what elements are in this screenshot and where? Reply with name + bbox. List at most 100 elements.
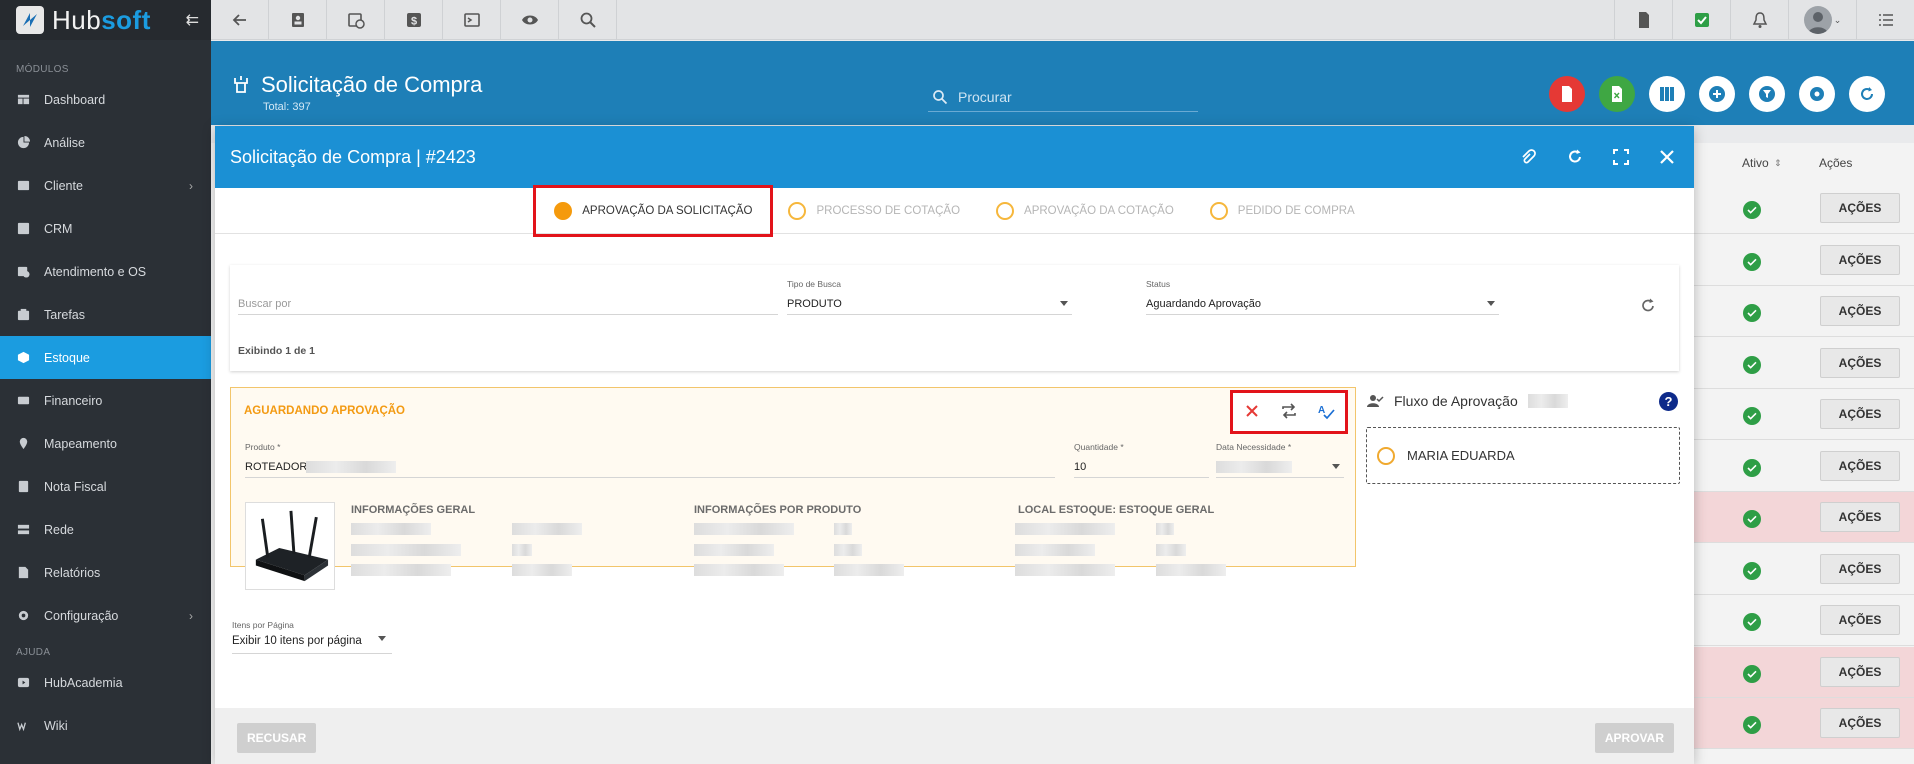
page-title: Solicitação de Compra xyxy=(261,72,483,97)
modal-footer: RECUSAR APROVAR xyxy=(215,708,1694,764)
search-button[interactable] xyxy=(559,0,617,40)
row-actions-button[interactable]: AÇÕES xyxy=(1820,399,1900,429)
gear-icon xyxy=(16,609,30,623)
product-info-title: INFORMAÇÕES POR PRODUTO xyxy=(694,504,862,516)
active-check-icon xyxy=(1743,561,1761,580)
terminal-button[interactable] xyxy=(443,0,501,40)
sidebar-item-rede[interactable]: Rede xyxy=(0,508,211,551)
row-actions-button[interactable]: AÇÕES xyxy=(1820,296,1900,326)
row-actions-button[interactable]: AÇÕES xyxy=(1820,244,1900,275)
page-total: Total: 397 xyxy=(263,101,311,113)
eye-icon xyxy=(521,15,538,25)
active-check-icon xyxy=(1743,252,1761,271)
redacted-text xyxy=(834,564,904,576)
step-quotation-process[interactable]: PROCESSO DE COTAÇÃO xyxy=(770,188,978,234)
active-check-icon xyxy=(1743,664,1761,683)
need-date-field[interactable]: Data Necessidade * xyxy=(1216,442,1344,478)
sidebar-item-relatorios[interactable]: Relatórios xyxy=(0,551,211,594)
add-button[interactable] xyxy=(1699,76,1735,112)
reject-item-button[interactable] xyxy=(1243,402,1261,423)
attach-button[interactable] xyxy=(1518,146,1540,168)
sidebar-item-cliente[interactable]: Cliente › xyxy=(0,164,211,207)
repeat-icon xyxy=(1282,402,1296,419)
user-menu[interactable]: ⌄ xyxy=(1788,0,1856,40)
items-per-page-select[interactable]: Itens por Página Exibir 10 itens por pág… xyxy=(232,620,392,654)
approver-card[interactable]: MARIA EDUARDA xyxy=(1366,427,1680,484)
redacted-text xyxy=(834,523,852,535)
modal-refresh-button[interactable] xyxy=(1564,146,1586,168)
column-header-active[interactable]: Ativo xyxy=(1742,156,1769,170)
collapse-sidebar-icon[interactable]: ⇇ xyxy=(186,10,199,30)
caret-down-icon xyxy=(1332,464,1340,469)
contacts-button[interactable] xyxy=(269,0,327,40)
sidebar-item-configuracao[interactable]: Configuração › xyxy=(0,594,211,637)
logo[interactable]: Hubsoft ⇇ xyxy=(0,0,211,40)
sidebar-item-dashboard[interactable]: Dashboard xyxy=(0,78,211,121)
list-icon xyxy=(1878,14,1893,26)
sidebar-item-mapeamento[interactable]: Mapeamento xyxy=(0,422,211,465)
sidebar-item-analise[interactable]: Análise xyxy=(0,121,211,164)
approver-status-icon xyxy=(1377,446,1395,465)
filter-refresh-button[interactable] xyxy=(1639,297,1657,315)
close-button[interactable] xyxy=(1656,146,1678,168)
calendar-button[interactable] xyxy=(327,0,385,40)
redacted-text xyxy=(694,544,774,556)
map-pin-icon xyxy=(16,437,30,451)
sidebar-item-estoque[interactable]: Estoque xyxy=(0,336,211,379)
pdf-button[interactable] xyxy=(1614,0,1672,40)
redacted-text xyxy=(351,544,461,556)
fullscreen-icon xyxy=(1613,149,1629,165)
redacted-text xyxy=(351,564,451,576)
stock-info-title: LOCAL ESTOQUE: ESTOQUE GERAL xyxy=(1018,504,1215,516)
approve-button[interactable]: APROVAR xyxy=(1594,723,1674,753)
refresh-button[interactable] xyxy=(1849,76,1885,112)
table-row: AÇÕES xyxy=(1694,183,1914,234)
notifications-button[interactable] xyxy=(1730,0,1788,40)
row-actions-button[interactable]: AÇÕES xyxy=(1820,450,1900,481)
finance-button[interactable]: $ xyxy=(385,0,443,40)
request-item-card: AGUARDANDO APROVAÇÃO A Produto * ROTEADO… xyxy=(230,387,1356,590)
step-quotation-approval[interactable]: APROVAÇÃO DA COTAÇÃO xyxy=(978,188,1192,234)
row-actions-button[interactable]: AÇÕES xyxy=(1820,347,1900,378)
sidebar-item-financeiro[interactable]: Financeiro xyxy=(0,379,211,422)
sidebar-item-atendimento[interactable]: Atendimento e OS xyxy=(0,250,211,293)
menu-list-button[interactable] xyxy=(1856,0,1914,40)
id-card-icon xyxy=(16,179,30,193)
fullscreen-button[interactable] xyxy=(1610,146,1632,168)
settings-button[interactable] xyxy=(1799,76,1835,112)
filter-button[interactable] xyxy=(1749,76,1785,112)
help-icon[interactable]: ? xyxy=(1659,392,1678,411)
approvals-button[interactable] xyxy=(1672,0,1730,40)
row-actions-button[interactable]: AÇÕES xyxy=(1820,708,1900,738)
approve-item-button[interactable]: A xyxy=(1317,402,1335,423)
top-bar: $ ⌄ xyxy=(211,0,1914,40)
export-excel-button[interactable] xyxy=(1599,76,1635,112)
row-actions-button[interactable]: AÇÕES xyxy=(1820,656,1900,687)
row-actions-button[interactable]: AÇÕES xyxy=(1820,553,1900,584)
status-select[interactable]: Status Aguardando Aprovação xyxy=(1146,279,1499,315)
search-input[interactable]: Procurar xyxy=(928,82,1198,112)
step-purchase-order[interactable]: PEDIDO DE COMPRA xyxy=(1192,188,1373,234)
columns-button[interactable] xyxy=(1649,76,1685,112)
search-type-select[interactable]: Tipo de Busca PRODUTO xyxy=(787,279,1072,315)
swap-item-button[interactable] xyxy=(1280,402,1298,423)
view-button[interactable] xyxy=(501,0,559,40)
row-actions-button[interactable]: AÇÕES xyxy=(1820,605,1900,635)
sidebar-item-hubacademia[interactable]: HubAcademia xyxy=(0,661,211,704)
quantity-field[interactable]: Quantidade * 10 xyxy=(1074,442,1209,478)
step-request-approval[interactable]: APROVAÇÃO DA SOLICITAÇÃO xyxy=(533,184,774,237)
sidebar-item-crm[interactable]: CRM xyxy=(0,207,211,250)
product-field[interactable]: Produto * ROTEADOR xyxy=(245,442,1055,478)
sidebar-item-wiki[interactable]: Wiki xyxy=(0,704,211,747)
chevron-down-icon: ⌄ xyxy=(1833,14,1842,25)
sidebar-item-nota-fiscal[interactable]: Nota Fiscal xyxy=(0,465,211,508)
row-actions-button[interactable]: AÇÕES xyxy=(1820,502,1900,532)
product-image xyxy=(245,502,335,590)
sidebar-item-tarefas[interactable]: Tarefas xyxy=(0,293,211,336)
reject-button[interactable]: RECUSAR xyxy=(237,723,317,753)
export-pdf-button[interactable] xyxy=(1549,76,1585,112)
row-actions-button[interactable]: AÇÕES xyxy=(1820,193,1900,223)
back-button[interactable] xyxy=(211,0,269,40)
search-by-input[interactable]: Buscar por xyxy=(238,289,778,315)
avatar xyxy=(1803,6,1832,34)
